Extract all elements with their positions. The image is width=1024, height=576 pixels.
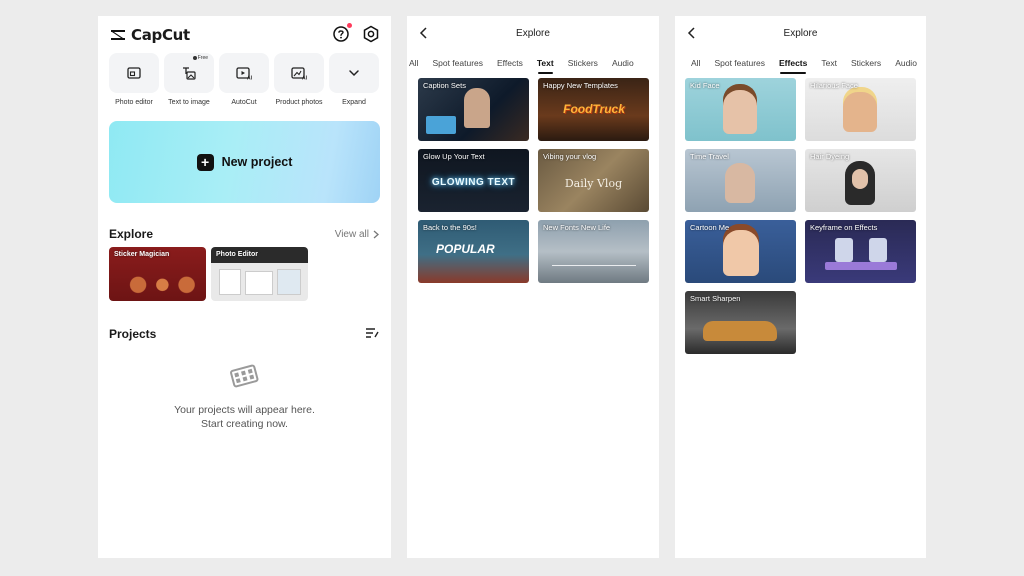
film-icon: [230, 364, 259, 388]
effect-card[interactable]: Smart Sharpen: [685, 291, 796, 354]
tool-label: Product photos: [275, 99, 323, 106]
tool-label: Expand: [342, 99, 366, 106]
view-all-label: View all: [334, 229, 369, 240]
card-label: Happy New Templates: [543, 81, 618, 90]
template-card[interactable]: New Fonts New Life: [538, 220, 649, 283]
empty-state-line1: Your projects will appear here.: [174, 404, 315, 416]
tool-label: AutoCut: [231, 99, 257, 106]
sort-icon[interactable]: [365, 327, 379, 339]
plus-icon: +: [196, 153, 214, 171]
tab-spot-features[interactable]: Spot features: [714, 58, 765, 74]
template-card[interactable]: Caption Sets: [418, 78, 529, 141]
card-label: Time Travel: [690, 152, 729, 161]
card-overlay-text: POPULAR: [436, 242, 495, 256]
settings-gear-icon[interactable]: [362, 25, 380, 43]
explore-card-sticker-magician[interactable]: Sticker Magician: [109, 247, 206, 301]
autocut-icon: AI: [236, 66, 252, 80]
quick-tools-row: Photo editor Free Text to image AI AutoC…: [109, 53, 379, 106]
capcut-logo: CapCut: [109, 26, 190, 44]
card-overlay-text: GLOWING TEXT: [431, 177, 516, 188]
effect-card[interactable]: Kid Face: [685, 78, 796, 141]
view-all-link[interactable]: View all: [335, 229, 379, 240]
product-photos-icon: AI: [291, 66, 307, 80]
effects-grid: Kid Face Hilarious Face Time Travel Hair…: [685, 78, 916, 354]
tab-effects[interactable]: Effects: [497, 58, 523, 74]
svg-text:AI: AI: [302, 75, 307, 80]
template-card[interactable]: GLOWING TEXT Glow Up Your Text: [418, 149, 529, 212]
explore-effects-screen: Explore All Spot features Effects Text S…: [675, 16, 926, 558]
template-card[interactable]: POPULAR Back to the 90s!: [418, 220, 529, 283]
template-card[interactable]: Daily Vlog Vibing your vlog: [538, 149, 649, 212]
effect-card[interactable]: Hilarious Face: [805, 78, 916, 141]
card-label: Hair Dyeing: [810, 152, 850, 161]
template-card[interactable]: FoodTruck Happy New Templates: [538, 78, 649, 141]
new-project-button[interactable]: + New project: [109, 121, 380, 203]
page-title: Explore: [516, 28, 550, 39]
svg-text:AI: AI: [247, 75, 252, 80]
photo-editor-icon: [127, 67, 141, 79]
card-label: Smart Sharpen: [690, 294, 741, 303]
card-label: Caption Sets: [423, 81, 466, 90]
explore-text-screen: Explore All Spot features Effects Text S…: [407, 16, 659, 558]
capcut-logo-icon: [111, 30, 125, 40]
chevron-down-icon: [349, 70, 359, 77]
text-template-grid: Caption Sets FoodTruck Happy New Templat…: [418, 78, 649, 283]
free-badge: Free: [192, 55, 208, 61]
help-icon[interactable]: [332, 23, 352, 43]
card-label: Sticker Magician: [114, 251, 170, 258]
text-to-image-icon: [183, 67, 196, 80]
card-label: Glow Up Your Text: [423, 152, 485, 161]
empty-state-line2: Start creating now.: [201, 418, 288, 430]
card-label: New Fonts New Life: [543, 223, 611, 232]
tab-stickers[interactable]: Stickers: [851, 58, 881, 74]
card-label: Hilarious Face: [810, 81, 858, 90]
tool-expand[interactable]: Expand: [329, 53, 379, 106]
tab-effects[interactable]: Effects: [779, 58, 807, 74]
effect-card[interactable]: Cartoon Me: [685, 220, 796, 283]
tool-text-to-image[interactable]: Free Text to image: [164, 53, 214, 106]
card-label: Cartoon Me: [690, 223, 730, 232]
card-overlay-text: FoodTruck: [563, 102, 625, 116]
tab-stickers[interactable]: Stickers: [568, 58, 598, 74]
projects-heading: Projects: [109, 327, 157, 341]
card-overlay-text: Daily Vlog: [564, 177, 623, 190]
tool-photo-editor[interactable]: Photo editor: [109, 53, 159, 106]
tab-all[interactable]: All: [409, 58, 418, 74]
card-label: Back to the 90s!: [423, 223, 477, 232]
home-screen: CapCut Photo editor Free Text to image A: [98, 16, 391, 558]
tool-product-photos[interactable]: AI Product photos: [274, 53, 324, 106]
tab-text[interactable]: Text: [821, 58, 837, 74]
tab-all[interactable]: All: [691, 58, 700, 74]
brand-name: CapCut: [131, 26, 190, 44]
card-label: Photo Editor: [216, 251, 258, 258]
tab-spot-features[interactable]: Spot features: [432, 58, 483, 74]
effect-card[interactable]: Keyframe on Effects: [805, 220, 916, 283]
tab-text[interactable]: Text: [537, 58, 554, 74]
card-label: Vibing your vlog: [543, 152, 597, 161]
notification-dot: [347, 23, 352, 28]
tab-audio[interactable]: Audio: [895, 58, 917, 74]
explore-card-photo-editor[interactable]: Photo Editor: [211, 247, 308, 301]
effect-card[interactable]: Hair Dyeing: [805, 149, 916, 212]
tool-autocut[interactable]: AI AutoCut: [219, 53, 269, 106]
card-label: Kid Face: [690, 81, 720, 90]
tab-audio[interactable]: Audio: [612, 58, 634, 74]
category-tabs: All Spot features Effects Text Stickers …: [409, 58, 634, 74]
category-tabs: All Spot features Effects Text Stickers …: [691, 58, 917, 74]
page-title: Explore: [783, 28, 818, 39]
explore-heading: Explore: [109, 227, 154, 241]
tool-label: Photo editor: [115, 99, 153, 106]
effect-card[interactable]: Time Travel: [685, 149, 796, 212]
new-project-label: New project: [221, 155, 293, 169]
tool-label: Text to image: [168, 99, 210, 106]
card-label: Keyframe on Effects: [810, 223, 878, 232]
chevron-right-icon: [373, 230, 379, 239]
